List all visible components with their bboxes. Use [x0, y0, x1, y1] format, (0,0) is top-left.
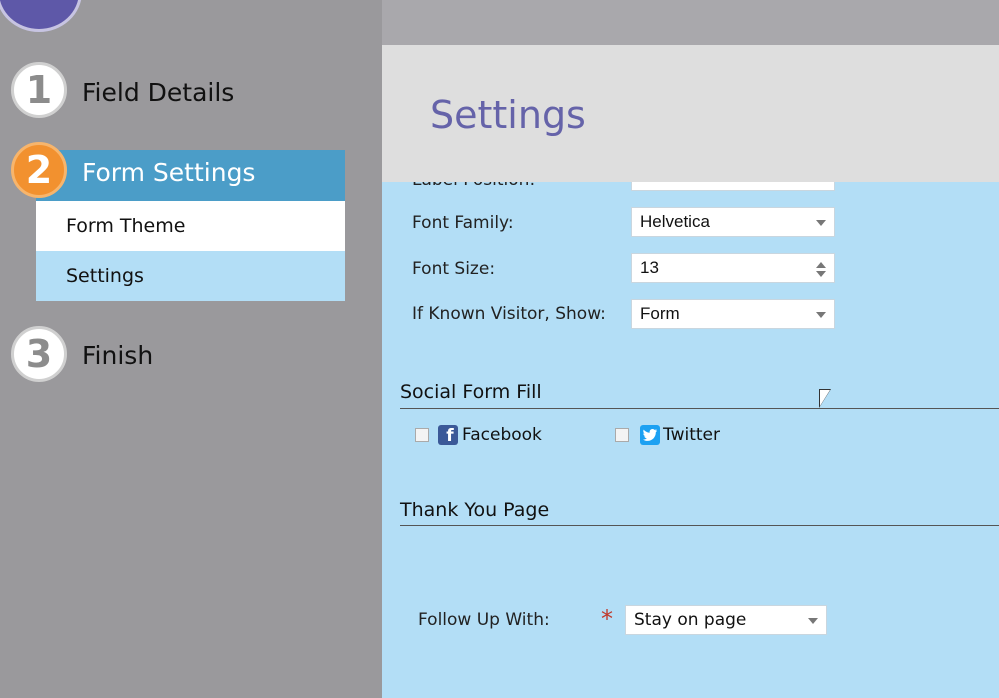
known-visitor-label: If Known Visitor, Show:	[412, 304, 606, 324]
font-family-label: Font Family:	[412, 213, 514, 233]
step-3-badge: 3	[11, 326, 67, 382]
facebook-icon: f	[438, 425, 458, 445]
follow-up-value: Stay on page	[634, 610, 747, 630]
settings-panel: Settings Label Position: Left Font Famil…	[382, 0, 999, 698]
panel-header: Settings	[382, 45, 999, 182]
known-visitor-value: Form	[640, 304, 680, 323]
panel-top-bar	[382, 0, 999, 45]
social-form-fill-heading: Social Form Fill	[400, 381, 542, 403]
chevron-down-icon	[808, 618, 818, 624]
chevron-down-icon	[816, 220, 826, 226]
section-divider	[400, 525, 999, 526]
spinner-down-icon[interactable]	[816, 271, 826, 277]
step-3-label[interactable]: Finish	[82, 341, 153, 370]
step-2-badge: 2	[11, 142, 67, 198]
required-marker: *	[601, 605, 613, 633]
step-2-label: Form Settings	[82, 158, 256, 187]
font-size-value: 13	[640, 258, 659, 277]
sub-item-settings[interactable]: Settings	[36, 251, 345, 301]
step-2-active-bar[interactable]: Form Settings	[36, 150, 345, 201]
known-visitor-select[interactable]: Form	[631, 299, 835, 329]
twitter-bird-shape	[643, 429, 657, 441]
facebook-label[interactable]: Facebook	[462, 425, 542, 445]
page-title: Settings	[430, 93, 586, 137]
follow-up-label: Follow Up With:	[418, 610, 550, 630]
step-1-label[interactable]: Field Details	[82, 78, 234, 107]
twitter-icon	[640, 425, 660, 445]
step-1-badge: 1	[11, 62, 67, 118]
spinner-up-icon[interactable]	[816, 262, 826, 268]
app-logo	[0, 0, 82, 32]
sub-item-form-theme[interactable]: Form Theme	[36, 201, 345, 251]
section-divider	[400, 408, 999, 409]
thank-you-page-heading: Thank You Page	[400, 499, 550, 521]
facebook-checkbox[interactable]	[415, 428, 429, 442]
font-family-select[interactable]: Helvetica	[631, 207, 835, 237]
chevron-down-icon	[816, 312, 826, 318]
font-size-stepper[interactable]: 13	[631, 253, 835, 283]
twitter-label[interactable]: Twitter	[663, 425, 720, 445]
wizard-sidebar: 1 Field Details 2 Form Settings Form The…	[0, 0, 382, 698]
follow-up-select[interactable]: Stay on page	[625, 605, 827, 635]
twitter-checkbox[interactable]	[615, 428, 629, 442]
font-family-value: Helvetica	[640, 212, 710, 231]
mouse-cursor-fill	[820, 390, 830, 406]
font-size-label: Font Size:	[412, 259, 496, 279]
